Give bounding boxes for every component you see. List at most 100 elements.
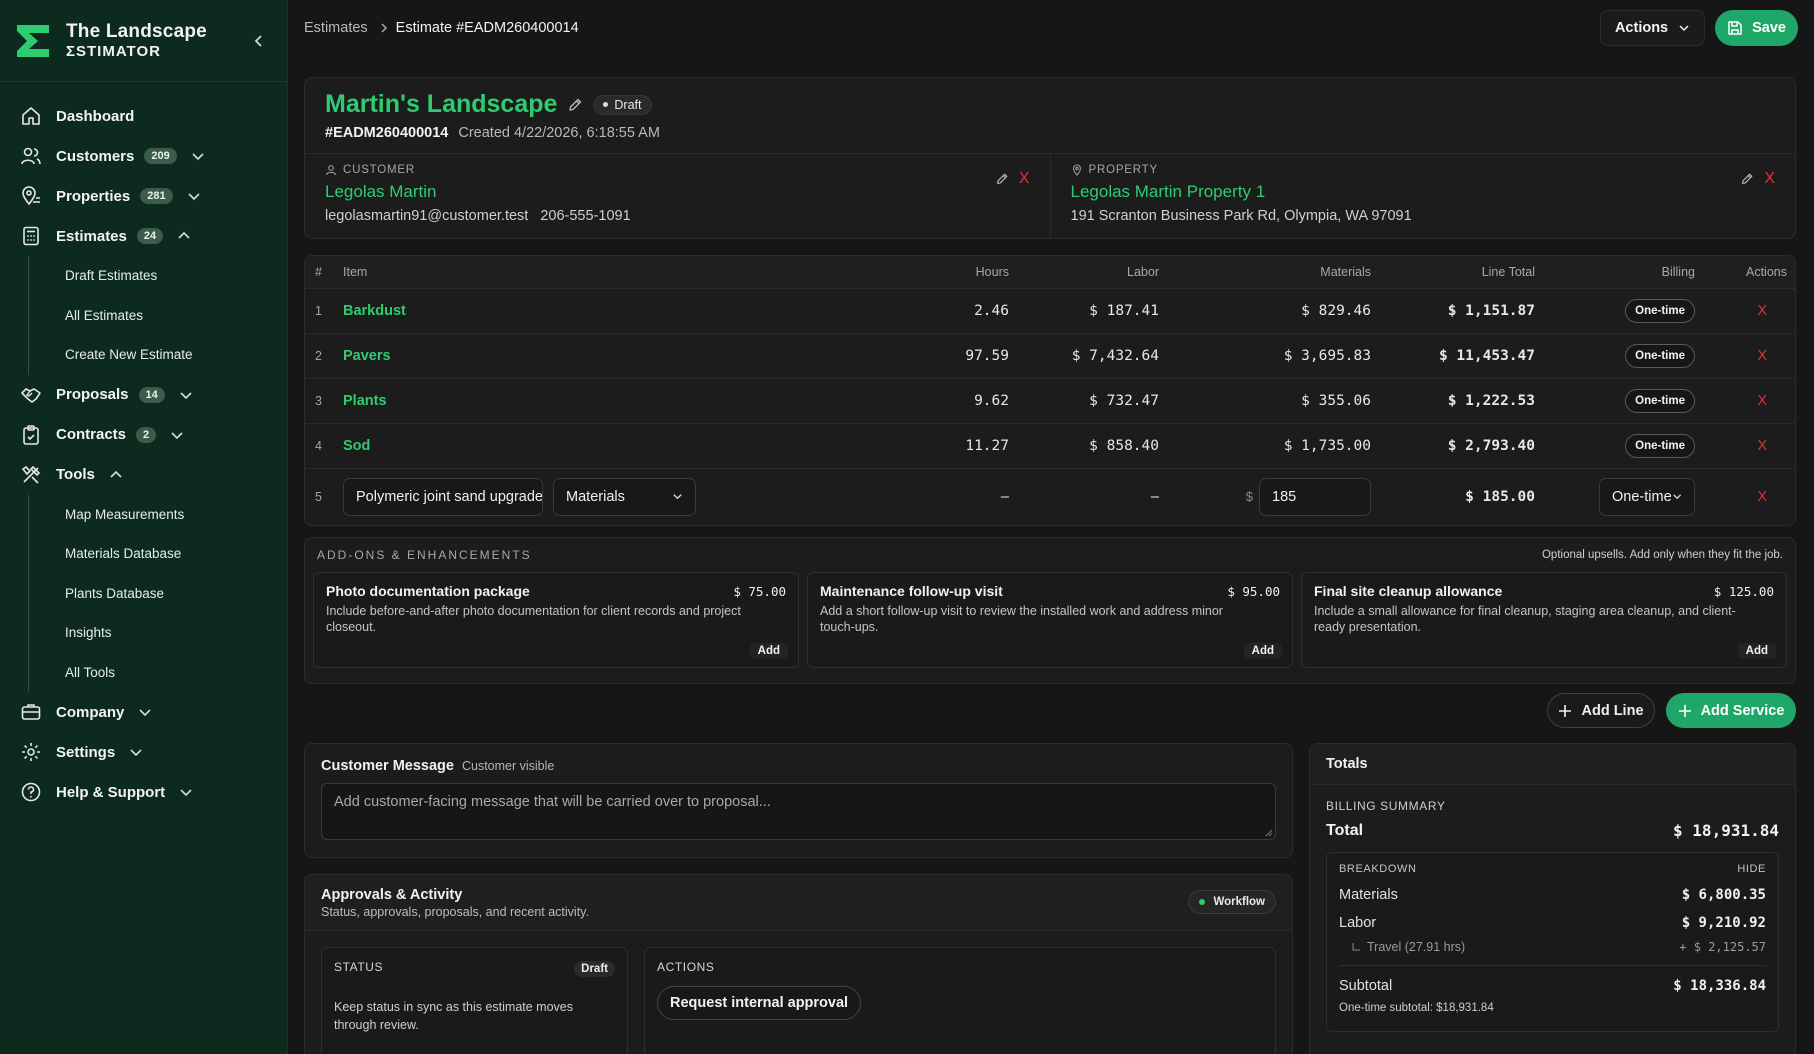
remove-line-button[interactable]: X	[1757, 438, 1767, 454]
custom-item-name-input[interactable]: Polymeric joint sand upgrade	[343, 477, 543, 516]
edit-title-pencil-icon[interactable]	[567, 97, 583, 113]
chevron-up-icon[interactable]	[177, 229, 191, 243]
sidebar-item-label: Properties	[56, 187, 131, 205]
customer-label: CUSTOMER	[325, 164, 1030, 176]
line-labor: $ 732.47	[1009, 378, 1159, 424]
subtotal-value: $ 18,336.84	[1673, 978, 1766, 994]
sidebar-item-properties[interactable]: Properties 281	[0, 176, 287, 216]
totals-card: Totals BILLING SUMMARY Total $ 18,931.84…	[1309, 743, 1796, 1054]
workflow-chip[interactable]: Workflow	[1188, 890, 1276, 914]
line-item-name-link[interactable]: Barkdust	[343, 303, 406, 319]
sidebar-item-tools[interactable]: Tools	[0, 455, 287, 495]
save-button[interactable]: Save	[1715, 10, 1798, 46]
remove-line-button[interactable]: X	[1757, 393, 1767, 409]
sidebar-subitem-map-measurements[interactable]: Map Measurements	[29, 495, 287, 535]
sidebar-subitem-all-estimates[interactable]: All Estimates	[29, 296, 287, 336]
addon-title: Final site cleanup allowance	[1314, 583, 1503, 599]
remove-line-button[interactable]: X	[1757, 303, 1767, 319]
chevron-down-icon[interactable]	[179, 785, 193, 799]
request-internal-approval-button[interactable]: Request internal approval	[657, 986, 862, 1020]
breakdown-header: BREAKDOWN HIDE	[1339, 863, 1766, 875]
row-number: 4	[305, 423, 343, 469]
property-name-link[interactable]: Legolas Martin Property 1	[1071, 182, 1776, 202]
chevron-down-icon[interactable]	[129, 745, 143, 759]
chevron-down-icon[interactable]	[187, 189, 201, 203]
sidebar-item-estimates[interactable]: Estimates 24	[0, 216, 287, 256]
add-addon-button[interactable]: Add	[1737, 643, 1776, 659]
line-hours: 9.62	[899, 378, 1009, 424]
sidebar-item-proposals[interactable]: Proposals 14	[0, 375, 287, 415]
breadcrumb-estimates-link[interactable]: Estimates	[304, 20, 368, 36]
hide-breakdown-button[interactable]: HIDE	[1737, 863, 1766, 875]
actions-dropdown-button[interactable]: Actions	[1599, 10, 1706, 46]
remove-customer-button[interactable]: X	[1019, 170, 1030, 188]
line-item-name-link[interactable]: Pavers	[343, 348, 391, 364]
collapse-sidebar-icon[interactable]	[249, 31, 269, 51]
sidebar-subitem-create-estimate[interactable]: Create New Estimate	[29, 335, 287, 375]
sidebar-item-dashboard[interactable]: Dashboard	[0, 96, 287, 136]
sidebar-item-customers[interactable]: Customers 209	[0, 136, 287, 176]
customer-email: legolasmartin91@customer.test	[325, 208, 529, 224]
billing-pill[interactable]: One-time	[1625, 343, 1695, 368]
brand-subname: ƩSTIMATOR	[66, 42, 161, 60]
handshake-icon	[21, 387, 41, 403]
status-badge: Draft	[593, 94, 652, 115]
add-addon-button[interactable]: Add	[749, 643, 788, 659]
remove-line-button[interactable]: X	[1757, 489, 1767, 505]
chevron-down-icon[interactable]	[191, 149, 205, 163]
chevron-down-icon[interactable]	[170, 428, 184, 442]
line-total: $ 1,151.87	[1371, 288, 1535, 334]
edit-property-pencil-icon[interactable]	[1740, 172, 1754, 186]
sidebar-item-label: Company	[56, 703, 125, 721]
line-materials: $ 3,695.83	[1159, 333, 1371, 379]
property-label: PROPERTY	[1071, 164, 1776, 176]
billing-pill[interactable]: One-time	[1625, 433, 1695, 458]
sidebar-subitem-draft-estimates[interactable]: Draft Estimates	[29, 256, 287, 296]
labor-value: $ 9,210.92	[1681, 915, 1766, 931]
sidebar-item-settings[interactable]: Settings	[0, 732, 287, 772]
breakdown-panel: BREAKDOWN HIDE Materials $ 6,800.35 Labo…	[1326, 852, 1779, 1032]
status-dot	[603, 102, 609, 107]
sidebar-subitem-materials-database[interactable]: Materials Database	[29, 534, 287, 574]
custom-hours: –	[1000, 488, 1009, 505]
line-item-name-link[interactable]: Plants	[343, 393, 387, 409]
add-addon-button[interactable]: Add	[1243, 643, 1282, 659]
sidebar-item-help[interactable]: Help & Support	[0, 772, 287, 812]
col-header-actions: Actions	[1695, 256, 1795, 289]
custom-materials-input[interactable]: 185	[1259, 477, 1371, 516]
chevron-down-icon[interactable]	[138, 705, 152, 719]
col-header-labor: Labor	[1009, 256, 1159, 289]
remove-line-button[interactable]: X	[1757, 348, 1767, 364]
resize-handle-icon[interactable]	[1265, 829, 1273, 837]
sidebar-item-company[interactable]: Company	[0, 692, 287, 732]
edit-customer-pencil-icon[interactable]	[995, 172, 1009, 186]
line-hours: 97.59	[899, 333, 1009, 379]
add-service-button[interactable]: Add Service	[1666, 693, 1796, 728]
totals-title: Totals	[1310, 744, 1795, 785]
sidebar-item-contracts[interactable]: Contracts 2	[0, 415, 287, 455]
add-service-label: Add Service	[1700, 702, 1785, 719]
add-line-label: Add Line	[1581, 702, 1644, 719]
custom-item-type-select[interactable]: Materials	[553, 477, 697, 516]
billing-pill[interactable]: One-time	[1625, 298, 1695, 323]
sidebar-subitem-plants-database[interactable]: Plants Database	[29, 574, 287, 614]
line-total: $ 11,453.47	[1371, 333, 1535, 379]
properties-count-badge: 281	[140, 188, 173, 204]
sidebar-subitem-insights[interactable]: Insights	[29, 613, 287, 653]
add-line-button[interactable]: Add Line	[1547, 693, 1655, 728]
billing-pill[interactable]: One-time	[1625, 388, 1695, 413]
estimate-title: Martin's Landscape	[325, 90, 558, 118]
customer-name-link[interactable]: Legolas Martin	[325, 182, 1030, 202]
addon-card: Maintenance follow-up visit $ 95.00 Add …	[807, 572, 1293, 668]
approvals-subtitle: Status, approvals, proposals, and recent…	[321, 905, 589, 919]
line-item-name-link[interactable]: Sod	[343, 438, 370, 454]
customer-message-textarea[interactable]: Add customer-facing message that will be…	[321, 783, 1276, 840]
chevron-down-icon[interactable]	[179, 388, 193, 402]
sidebar-subitem-all-tools[interactable]: All Tools	[29, 653, 287, 693]
chevron-up-icon[interactable]	[109, 468, 123, 482]
custom-billing-select[interactable]: One-time	[1599, 477, 1695, 516]
remove-property-button[interactable]: X	[1764, 170, 1775, 188]
line-materials: $ 355.06	[1159, 378, 1371, 424]
addons-title: ADD-ONS & ENHANCEMENTS	[317, 548, 532, 562]
table-row: 2 Pavers 97.59 $ 7,432.64 $ 3,695.83 $ 1…	[305, 333, 1795, 379]
